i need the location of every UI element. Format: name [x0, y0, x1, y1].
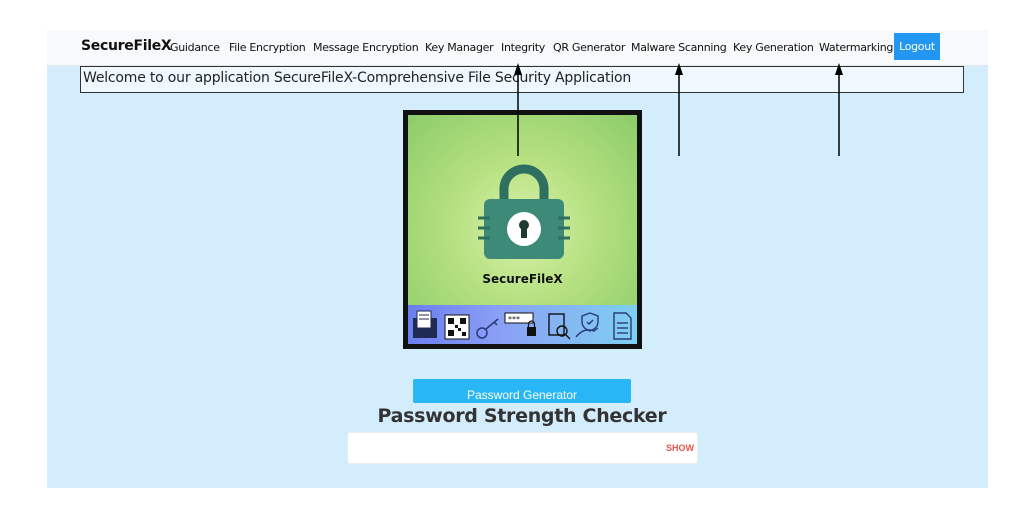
brand-logo-text[interactable]: SecureFileX [81, 38, 172, 54]
nav-item-message-encryption[interactable]: Message Encryption [313, 41, 419, 54]
hero-image: SecureFileX *** [403, 110, 642, 349]
password-generator-button[interactable]: Password Generator [413, 379, 631, 403]
password-lock-icon: *** [504, 312, 536, 336]
logout-button[interactable]: Logout [894, 33, 940, 60]
show-password-toggle[interactable]: SHOW [666, 443, 694, 453]
password-input[interactable] [347, 432, 698, 464]
nav-item-watermarking[interactable]: Watermarking [819, 41, 893, 54]
document-icon [613, 312, 632, 340]
nav-item-key-generation[interactable]: Key Generation [733, 41, 814, 54]
navbar: SecureFileX Guidance File Encryption Mes… [47, 30, 988, 66]
document-search-icon [548, 313, 571, 340]
hand-shield-icon [575, 312, 599, 338]
welcome-banner: Welcome to our application SecureFileX-C… [80, 66, 964, 93]
folder-icon [413, 310, 437, 338]
svg-text:***: *** [508, 315, 520, 324]
hero-label: SecureFileX [482, 272, 563, 286]
qr-code-icon [444, 314, 470, 340]
nav-item-file-encryption[interactable]: File Encryption [229, 41, 306, 54]
nav-item-malware-scanning[interactable]: Malware Scanning [631, 41, 727, 54]
nav-item-guidance[interactable]: Guidance [170, 41, 220, 54]
nav-item-integrity[interactable]: Integrity [501, 41, 545, 54]
password-strength-title: Password Strength Checker [377, 405, 667, 427]
nav-item-key-manager[interactable]: Key Manager [425, 41, 494, 54]
key-icon [476, 318, 499, 339]
feature-icon-strip: *** [408, 305, 637, 344]
nav-item-qr-generator[interactable]: QR Generator [553, 41, 625, 54]
app-frame: SecureFileX Guidance File Encryption Mes… [47, 30, 988, 488]
